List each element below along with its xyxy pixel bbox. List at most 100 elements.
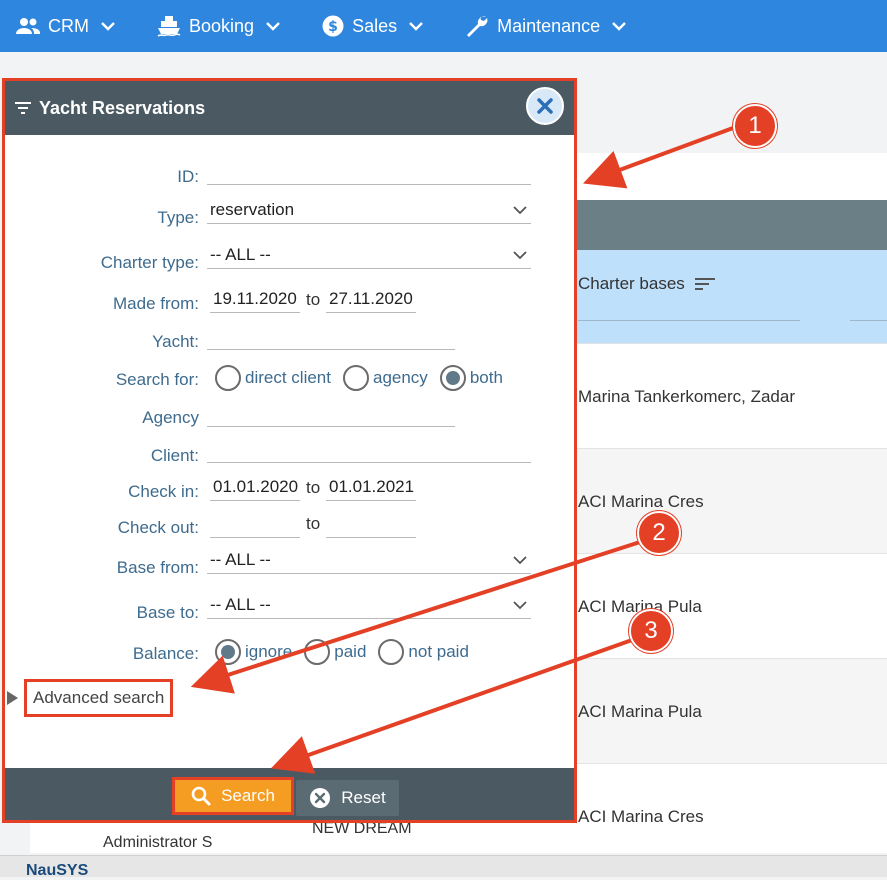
top-navigation: CRM Booking $ Sales Maintenance (0, 0, 887, 52)
yacht-reservations-panel: Yacht Reservations ID: Type: reservation… (2, 78, 577, 823)
people-icon (16, 16, 40, 36)
table-cell-base: ACI Marina Cres (578, 807, 704, 826)
radio-agency-label[interactable]: agency (373, 368, 428, 388)
nav-sales[interactable]: $ Sales (322, 15, 423, 37)
base-from-label: Base from: (116, 558, 199, 577)
check-out-to-input[interactable] (326, 510, 416, 538)
search-icon (191, 786, 211, 806)
type-select[interactable]: reservation (207, 196, 531, 224)
base-to-select[interactable]: -- ALL -- (207, 591, 531, 619)
chevron-down-icon (513, 600, 527, 610)
radio-ignore[interactable] (215, 639, 241, 665)
chevron-down-icon (513, 205, 527, 215)
client-label: Client: (150, 446, 199, 465)
sort-icon[interactable] (694, 276, 715, 292)
annotation-badge-3: 3 (629, 609, 673, 653)
panel-body: ID: Type: reservation Charter type: -- A… (5, 135, 574, 768)
agency-input[interactable] (207, 399, 455, 427)
column-charter-bases-label: Charter bases (578, 274, 685, 293)
radio-direct-client-label[interactable]: direct client (245, 368, 331, 388)
column-charter-bases[interactable]: Charter bases (578, 274, 715, 294)
radio-paid[interactable] (304, 639, 331, 665)
radio-selected-dot (221, 645, 235, 659)
yacht-input[interactable] (207, 322, 455, 350)
advanced-search-label[interactable]: Advanced search (24, 679, 174, 717)
advanced-search-toggle[interactable]: Advanced search (7, 679, 174, 717)
search-button[interactable]: Search (172, 777, 294, 815)
panel-title: Yacht Reservations (39, 97, 206, 118)
expand-triangle-icon (7, 691, 18, 705)
type-label: Type: (157, 208, 199, 227)
dollar-icon: $ (322, 15, 344, 37)
check-in-to-input[interactable]: 01.01.2021 (326, 473, 416, 501)
radio-selected-dot (445, 371, 460, 385)
annotation-badge-2: 2 (637, 511, 681, 555)
panel-header: Yacht Reservations (5, 81, 574, 135)
footer: NauSYS (0, 855, 887, 879)
chevron-down-icon (101, 21, 115, 31)
check-out-from-input[interactable] (210, 510, 300, 538)
base-to-select-value: -- ALL -- (210, 594, 271, 614)
search-for-radio-group: direct client agency both (215, 365, 515, 391)
to-label: to (306, 514, 321, 533)
table-cell-user: Administrator S (103, 834, 213, 851)
close-button[interactable] (526, 87, 564, 125)
radio-paid-label[interactable]: paid (334, 642, 366, 662)
charter-type-select[interactable]: -- ALL -- (207, 241, 531, 269)
id-label: ID: (177, 167, 199, 186)
chevron-down-icon (513, 250, 527, 260)
radio-direct-client[interactable] (215, 365, 241, 391)
to-label: to (306, 478, 321, 497)
nav-booking-label: Booking (189, 15, 255, 36)
close-circle-icon (309, 787, 331, 809)
reset-button-label: Reset (341, 788, 386, 807)
search-for-label: Search for: (115, 370, 199, 389)
client-input[interactable] (207, 435, 531, 463)
base-from-select-value: -- ALL -- (210, 549, 271, 569)
made-to-input[interactable]: 27.11.2020 (326, 285, 416, 313)
reset-button[interactable]: Reset (296, 780, 399, 816)
wrench-icon (465, 14, 489, 38)
radio-ignore-label[interactable]: ignore (245, 642, 292, 662)
nav-maintenance[interactable]: Maintenance (465, 14, 627, 38)
chevron-down-icon (612, 21, 627, 31)
table-cell-base: ACI Marina Cres (578, 492, 704, 511)
charter-type-label: Charter type: (100, 253, 199, 272)
base-to-label: Base to: (136, 603, 199, 622)
annotation-badge-1: 1 (733, 104, 777, 148)
charter-type-select-value: -- ALL -- (210, 244, 271, 264)
filter-icon (15, 101, 31, 115)
nav-maintenance-label: Maintenance (497, 15, 601, 36)
radio-agency[interactable] (342, 365, 369, 391)
radio-not-paid-label[interactable]: not paid (408, 642, 469, 662)
table-cell-base: Marina Tankerkomerc, Zadar (578, 387, 795, 406)
footer-logo: NauSYS (26, 862, 89, 879)
nav-crm[interactable]: CRM (16, 16, 115, 37)
nav-booking[interactable]: Booking (157, 15, 280, 37)
table-cell-base: ACI Marina Pula (578, 702, 702, 721)
to-label: to (306, 290, 321, 309)
chevron-down-icon (409, 21, 423, 31)
radio-not-paid[interactable] (378, 639, 405, 665)
base-from-select[interactable]: -- ALL -- (207, 546, 531, 574)
check-in-from-input[interactable]: 01.01.2020 (210, 473, 300, 501)
filter-underline (850, 320, 887, 321)
type-select-value: reservation (210, 199, 295, 219)
filter-underline (578, 320, 800, 321)
radio-both[interactable] (439, 365, 466, 391)
made-from-label: Made from: (113, 294, 199, 313)
made-from-input[interactable]: 19.11.2020 (210, 285, 300, 313)
balance-label: Balance: (132, 644, 199, 663)
id-input[interactable] (207, 157, 531, 185)
check-in-label: Check in: (128, 482, 199, 501)
yacht-label: Yacht: (152, 332, 199, 351)
chevron-down-icon (266, 21, 280, 31)
ship-icon (157, 15, 181, 37)
nav-crm-label: CRM (48, 15, 89, 36)
radio-both-label[interactable]: both (470, 368, 503, 388)
close-icon (537, 98, 553, 114)
search-button-label: Search (221, 786, 275, 805)
svg-text:$: $ (328, 19, 338, 35)
chevron-down-icon (513, 555, 527, 565)
nav-sales-label: Sales (352, 15, 398, 36)
